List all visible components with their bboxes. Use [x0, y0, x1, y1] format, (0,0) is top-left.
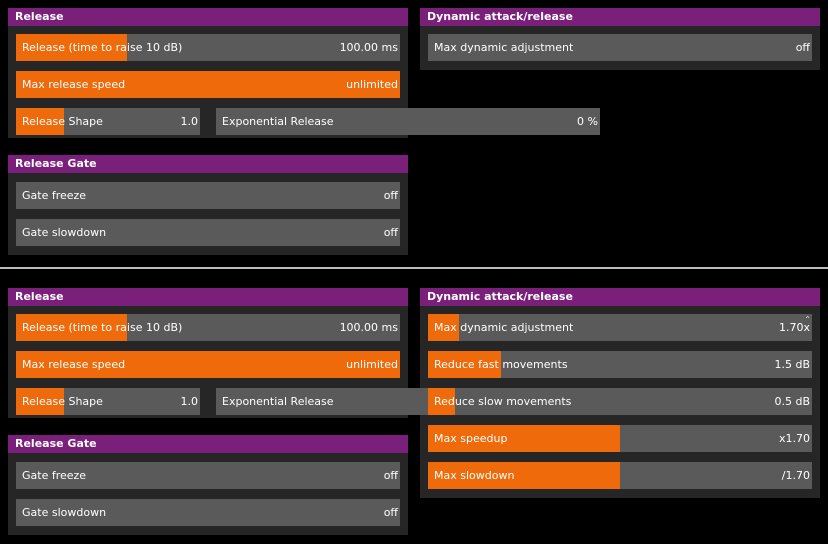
gate-freeze-slider[interactable]: Gate freeze off	[16, 182, 400, 209]
slider-value: 0 %	[577, 115, 598, 128]
release-gate-panel-title: Release Gate	[8, 155, 408, 173]
slider-label: Release (time to raise 10 dB)	[22, 321, 183, 334]
slider-value: unlimited	[346, 358, 398, 371]
slider-label: Reduce slow movements	[434, 395, 572, 408]
slider-label: Max slowdown	[434, 469, 515, 482]
slider-value: 1.5 dB	[774, 358, 810, 371]
release-time-slider[interactable]: Release (time to raise 10 dB) 100.00 ms	[16, 34, 400, 61]
slider-value: off	[383, 469, 398, 482]
slider-value: off	[383, 189, 398, 202]
max-dynamic-adjustment-slider[interactable]: Max dynamic adjustment off	[428, 34, 812, 61]
release-time-slider[interactable]: Release (time to raise 10 dB) 100.00 ms	[16, 314, 400, 341]
slider-label: Reduce fast movements	[434, 358, 568, 371]
slider-value: /1.70	[781, 469, 810, 482]
release-shape-slider[interactable]: Release Shape 1.0	[16, 108, 200, 135]
slider-label: Release Shape	[22, 395, 103, 408]
slider-label: Gate freeze	[22, 189, 87, 202]
slider-value: 0.5 dB	[774, 395, 810, 408]
slider-value: unlimited	[346, 78, 398, 91]
slider-label: Exponential Release	[222, 115, 334, 128]
reduce-fast-movements-slider[interactable]: Reduce fast movements 1.5 dB	[428, 351, 812, 378]
exponential-release-slider[interactable]: Exponential Release 0 %	[216, 108, 600, 135]
release-shape-slider[interactable]: Release Shape 1.0	[16, 388, 200, 415]
slider-value: 1.70x	[778, 321, 810, 334]
slider-value: 100.00 ms	[339, 321, 398, 334]
gate-slowdown-slider[interactable]: Gate slowdown off	[16, 499, 400, 526]
slider-value: off	[795, 41, 810, 54]
slider-label: Max release speed	[22, 78, 126, 91]
max-release-speed-slider[interactable]: Max release speed unlimited	[16, 71, 400, 98]
dynamic-panel-title: Dynamic attack/release	[420, 288, 820, 306]
max-speedup-slider[interactable]: Max speedup x1.70	[428, 425, 812, 452]
gate-slowdown-slider[interactable]: Gate slowdown off	[16, 219, 400, 246]
release-panel-title: Release	[8, 288, 408, 306]
slider-label: Release (time to raise 10 dB)	[22, 41, 183, 54]
max-dynamic-adjustment-slider[interactable]: ⌃ Max dynamic adjustment 1.70x	[428, 314, 812, 341]
slider-value: x1.70	[778, 432, 810, 445]
max-release-speed-slider[interactable]: Max release speed unlimited	[16, 351, 400, 378]
slider-label: Max release speed	[22, 358, 126, 371]
slider-value: 1.0	[180, 115, 199, 128]
gate-freeze-slider[interactable]: Gate freeze off	[16, 462, 400, 489]
dynamic-panel-title: Dynamic attack/release	[420, 8, 820, 26]
slider-value: off	[383, 506, 398, 519]
slider-label: Gate freeze	[22, 469, 87, 482]
slider-label: Release Shape	[22, 115, 103, 128]
reduce-slow-movements-slider[interactable]: Reduce slow movements 0.5 dB	[428, 388, 812, 415]
release-gate-panel-title: Release Gate	[8, 435, 408, 453]
slider-label: Max speedup	[434, 432, 508, 445]
slider-label: Gate slowdown	[22, 506, 107, 519]
slider-label: Exponential Release	[222, 395, 334, 408]
slider-value: off	[383, 226, 398, 239]
max-slowdown-slider[interactable]: Max slowdown /1.70	[428, 462, 812, 489]
slider-value: 100.00 ms	[339, 41, 398, 54]
slider-value: 1.0	[180, 395, 199, 408]
section-divider	[0, 267, 828, 269]
slider-label: Max dynamic adjustment	[434, 41, 574, 54]
release-panel-title: Release	[8, 8, 408, 26]
slider-label: Max dynamic adjustment	[434, 321, 574, 334]
slider-label: Gate slowdown	[22, 226, 107, 239]
